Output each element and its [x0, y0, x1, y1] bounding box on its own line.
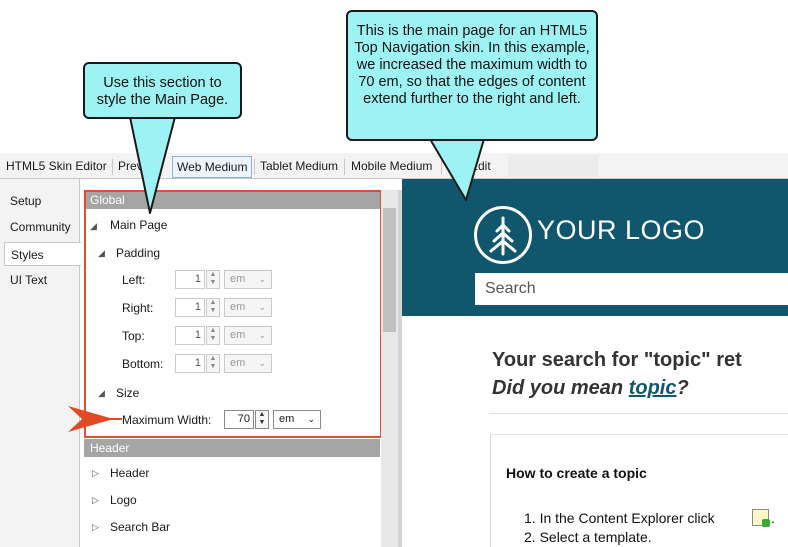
spin-down-icon[interactable]: ▼ — [207, 363, 219, 371]
padding-right-spinner[interactable]: ▲ ▼ — [206, 298, 220, 317]
group-header-global[interactable]: Global — [84, 191, 380, 209]
tab-tablet-medium[interactable]: Tablet Medium — [256, 156, 342, 178]
spin-down-icon[interactable]: ▼ — [207, 279, 219, 287]
maximum-width-unit-select[interactable]: em ⌄ — [273, 410, 321, 429]
tab-divider — [254, 159, 255, 175]
tab-divider — [441, 159, 442, 175]
maximum-width-input[interactable]: 70 — [224, 410, 254, 429]
result-step-2: 2. Select a template. — [524, 529, 652, 545]
maximum-width-label: Maximum Width: — [122, 413, 212, 427]
tab-mobile-medium[interactable]: Mobile Medium — [347, 156, 436, 178]
maximum-width-spinner[interactable]: ▲ ▼ — [255, 410, 269, 429]
unit-label: em — [230, 357, 246, 369]
spin-down-icon[interactable]: ▼ — [207, 307, 219, 315]
spin-up-icon[interactable]: ▲ — [207, 271, 219, 279]
padding-left-spinner[interactable]: ▲ ▼ — [206, 270, 220, 289]
did-you-mean-prefix: Did you mean — [492, 377, 629, 399]
right-callout-text: This is the main page for an HTML5 Top N… — [354, 23, 590, 107]
editor-left-nav: Setup Community Styles UI Text — [0, 179, 81, 547]
nav-item-styles[interactable]: Styles — [4, 242, 81, 266]
logo-text: YOUR LOGO — [537, 215, 706, 245]
padding-top-spinner[interactable]: ▲ ▼ — [206, 326, 220, 345]
right-callout: This is the main page for an HTML5 Top N… — [346, 10, 598, 141]
new-topic-icon — [752, 509, 770, 527]
unit-label: em — [230, 329, 246, 341]
padding-bottom-unit-select[interactable]: em ⌄ — [224, 354, 272, 373]
unit-label: em — [230, 273, 246, 285]
padding-top-label: Top: — [122, 329, 145, 343]
padding-right-unit-select[interactable]: em ⌄ — [224, 298, 272, 317]
spin-up-icon[interactable]: ▲ — [207, 355, 219, 363]
tree-item-padding[interactable]: Padding — [116, 246, 160, 260]
nav-item-community[interactable]: Community — [0, 215, 80, 239]
spin-up-icon[interactable]: ▲ — [207, 299, 219, 307]
property-grid-scrollbar[interactable] — [381, 190, 398, 547]
expanded-triangle-icon[interactable]: ◢ — [90, 221, 97, 232]
styles-property-grid: Global ◢ Main Page ◢ Padding Left: 1 ▲ ▼ … — [84, 190, 380, 547]
spin-up-icon[interactable]: ▲ — [256, 411, 268, 419]
chevron-down-icon: ⌄ — [258, 274, 266, 284]
left-callout-text: Use this section to style the Main Page. — [96, 75, 229, 108]
tree-item-header[interactable]: Header — [110, 466, 149, 480]
did-you-mean-line: Did you mean topic? — [492, 377, 689, 400]
chevron-down-icon: ⌄ — [258, 358, 266, 368]
did-you-mean-link[interactable]: topic — [629, 377, 677, 399]
padding-left-input[interactable]: 1 — [175, 270, 205, 289]
collapsed-triangle-icon[interactable]: ▷ — [92, 522, 99, 533]
tab-preview[interactable]: Preview — [114, 156, 165, 178]
tab-divider — [344, 159, 345, 175]
tab-bar-blank-area — [508, 155, 598, 177]
results-divider — [489, 413, 788, 414]
collapsed-triangle-icon[interactable]: ▷ — [92, 468, 99, 479]
preview-search-input[interactable]: Search — [475, 273, 788, 305]
padding-bottom-spinner[interactable]: ▲ ▼ — [206, 354, 220, 373]
padding-top-unit-select[interactable]: em ⌄ — [224, 326, 272, 345]
expanded-triangle-icon[interactable]: ◢ — [98, 248, 105, 259]
search-results-title: Your search for "topic" ret — [492, 349, 742, 371]
padding-left-unit-select[interactable]: em ⌄ — [224, 270, 272, 289]
padding-right-label: Right: — [122, 301, 154, 315]
padding-bottom-label: Bottom: — [122, 357, 164, 371]
result-step-1: 1. In the Content Explorer click — [524, 510, 715, 526]
padding-top-input[interactable]: 1 — [175, 326, 205, 345]
collapsed-triangle-icon[interactable]: ▷ — [92, 495, 99, 506]
tab-edit[interactable]: Edit — [466, 156, 495, 178]
tab-web-medium[interactable]: Web Medium — [172, 156, 253, 178]
padding-bottom-input[interactable]: 1 — [175, 354, 205, 373]
padding-right-input[interactable]: 1 — [175, 298, 205, 317]
skin-preview-pane: YOUR LOGO Search Your search for "topic"… — [402, 179, 788, 547]
tree-logo-glyph — [489, 216, 517, 256]
tree-item-search-bar[interactable]: Search Bar — [110, 520, 170, 534]
tree-item-main-page[interactable]: Main Page — [110, 218, 167, 232]
left-callout: Use this section to style the Main Page. — [83, 62, 242, 119]
editor-tab-bar: HTML5 Skin Editor Preview Web Medium Tab… — [0, 153, 788, 179]
preview-header-bar: YOUR LOGO Search — [402, 179, 788, 316]
spin-down-icon[interactable]: ▼ — [256, 419, 268, 427]
padding-left-label: Left: — [122, 273, 146, 287]
unit-label: em — [279, 413, 295, 425]
group-header-header[interactable]: Header — [84, 439, 380, 457]
chevron-down-icon: ⌄ — [258, 330, 266, 340]
nav-item-setup[interactable]: Setup — [0, 189, 80, 213]
tree-logo-icon — [474, 206, 532, 264]
nav-item-ui-text[interactable]: UI Text — [0, 268, 80, 292]
tab-divider — [112, 159, 113, 175]
spin-down-icon[interactable]: ▼ — [207, 335, 219, 343]
tab-html5-skin-editor[interactable]: HTML5 Skin Editor — [2, 156, 111, 178]
did-you-mean-suffix: ? — [676, 377, 689, 399]
result-heading[interactable]: How to create a topic — [506, 465, 647, 481]
chevron-down-icon: ⌄ — [307, 414, 315, 424]
chevron-down-icon: ⌄ — [258, 302, 266, 312]
tree-item-logo[interactable]: Logo — [110, 493, 137, 507]
red-pointer-arrow-icon — [68, 406, 122, 432]
spin-up-icon[interactable]: ▲ — [207, 327, 219, 335]
unit-label: em — [230, 301, 246, 313]
scrollbar-thumb[interactable] — [383, 208, 396, 332]
result-step-1-period: . — [771, 510, 775, 526]
